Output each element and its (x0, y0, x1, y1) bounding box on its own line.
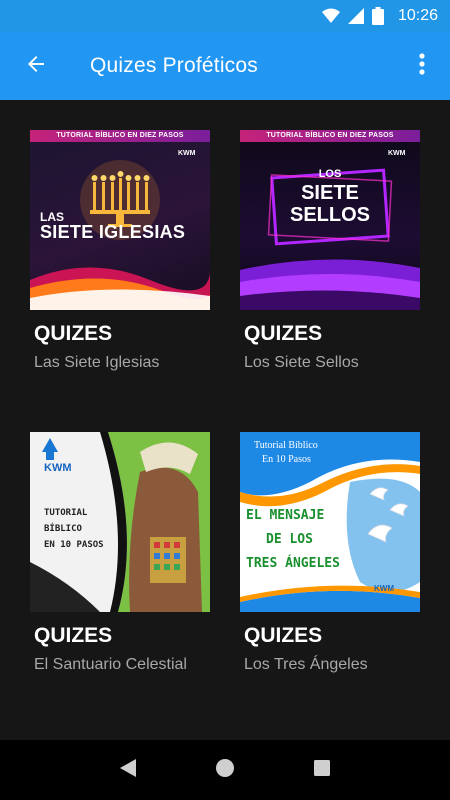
card-title: QUIZES (34, 322, 113, 345)
back-button[interactable] (8, 38, 64, 94)
overflow-menu-button[interactable] (400, 38, 444, 94)
card-title: QUIZES (244, 624, 323, 647)
card-subtitle: Los Tres Ángeles (244, 656, 368, 673)
card-title: QUIZES (244, 322, 323, 345)
triangle-back-icon (119, 758, 137, 783)
quiz-thumbnail: TUTORIAL BÍBLICO EN DIEZ PASOS KWM LAS S… (30, 130, 210, 310)
system-nav-bar (0, 740, 450, 800)
nav-back-button[interactable] (108, 750, 148, 790)
wifi-icon (321, 8, 340, 24)
square-recents-icon (313, 759, 331, 782)
thumbnail-line3: EN 10 PASOS (44, 540, 104, 550)
battery-icon (371, 7, 384, 25)
quiz-thumbnail: Tutorial Bíblico En 10 Pasos EL MENSAJE … (240, 432, 420, 612)
thumbnail-line3: TRES ÁNGELES (246, 556, 340, 571)
card-title: QUIZES (34, 624, 113, 647)
quiz-thumbnail: KWM TUTORIAL BÍBLICO EN 10 PASOS (30, 432, 210, 612)
signal-icon (347, 8, 364, 24)
thumbnail-line2: DE LOS (266, 532, 313, 547)
santuario-illustration (30, 432, 210, 612)
thumbnail-line2: BÍBLICO (44, 524, 82, 534)
thumbnail-top1: Tutorial Bíblico (254, 440, 318, 451)
page-title: Quizes Proféticos (90, 54, 258, 77)
kwm-logo: KWM (44, 462, 72, 474)
more-vert-icon (419, 52, 425, 80)
nav-recents-button[interactable] (302, 750, 342, 790)
quiz-thumbnail: TUTORIAL BÍBLICO EN DIEZ PASOS KWM LOS S… (240, 130, 420, 310)
status-time: 10:26 (397, 7, 438, 24)
thumbnail-top2: En 10 Pasos (262, 454, 311, 465)
arrow-left-icon (24, 52, 48, 81)
app-bar: Quizes Proféticos (0, 32, 450, 100)
thumbnail-line1: LOS (318, 168, 342, 180)
nav-home-button[interactable] (205, 750, 245, 790)
thumbnail-line1: TUTORIAL (44, 508, 88, 518)
card-subtitle: Los Siete Sellos (244, 354, 359, 371)
thumbnail-line3: SELLOS (289, 204, 370, 226)
circle-home-icon (215, 758, 235, 783)
thumbnail-line2: SIETE (301, 182, 359, 204)
status-bar: 10:26 (0, 0, 450, 32)
thumbnail-line1: EL MENSAJE (246, 508, 325, 523)
card-subtitle: Las Siete Iglesias (34, 354, 160, 371)
kwm-logo: KWM (178, 150, 196, 157)
kwm-logo: KWM (374, 584, 394, 593)
card-subtitle: El Santuario Celestial (34, 656, 187, 673)
thumbnail-line2: SIETE IGLESIAS (40, 222, 186, 242)
kwm-logo: KWM (388, 150, 406, 157)
